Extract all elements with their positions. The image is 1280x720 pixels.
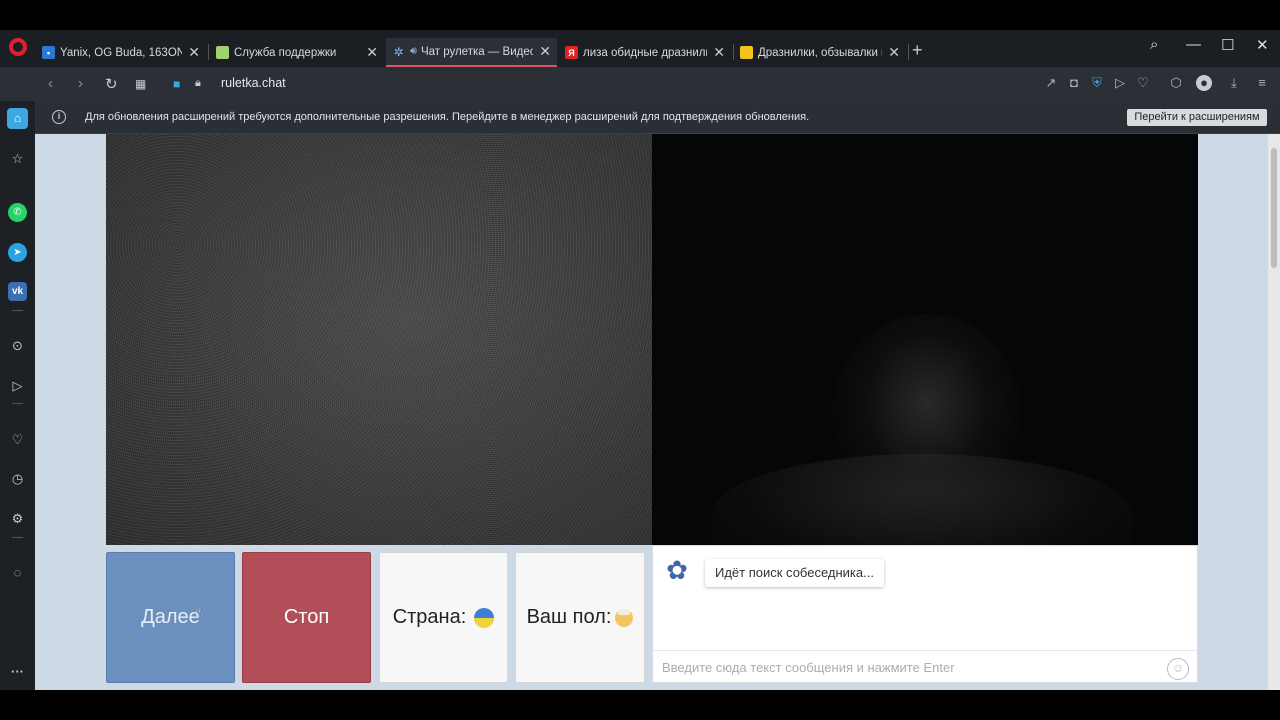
tab-bar: ▪ Yanix, OG Buda, 163ONMYNECK ✕ Служба п… (0, 30, 1280, 67)
opera-logo-icon[interactable] (9, 38, 27, 56)
letterbox-bottom (0, 690, 1280, 720)
smiley-icon[interactable]: ☺ (1167, 658, 1189, 680)
info-text: Для обновления расширений требуются допо… (85, 111, 810, 123)
heart-icon[interactable]: ♡ (1135, 75, 1151, 91)
next-button[interactable]: Далее (106, 552, 235, 683)
person-face (832, 314, 1022, 514)
speed-dial-icon[interactable]: ▦ (135, 77, 146, 91)
download-icon[interactable]: ⤓ (1226, 75, 1242, 91)
ukraine-flag-icon (474, 607, 495, 628)
star-icon[interactable]: ☆ (8, 149, 27, 168)
info-icon: i (52, 110, 66, 124)
go-to-extensions-button[interactable]: Перейти к расширениям (1127, 109, 1267, 126)
tab-support[interactable]: Служба поддержки ✕ (210, 38, 384, 67)
url-field[interactable]: ruletka.chat (221, 76, 286, 90)
ruletka-logo-icon: ✿ (666, 555, 688, 585)
sidebar: ⌂ ☆ ✆ ➤ vk ⊙ ▷ ♡ ◷ ⚙ ◌ ··· (0, 101, 35, 690)
home-icon[interactable]: ⌂ (7, 108, 28, 129)
close-tab-icon[interactable]: ✕ (188, 44, 200, 61)
minimize-icon[interactable]: — (1186, 36, 1201, 53)
status-bubble: Идёт поиск собеседника... (705, 559, 884, 587)
partner-video (106, 134, 652, 545)
chat-input[interactable]: Введите сюда текст сообщения и нажмите E… (653, 650, 1197, 683)
back-icon[interactable]: ‹ (48, 75, 53, 92)
support-favicon-icon (216, 46, 229, 59)
tab-teasers[interactable]: Дразнилки, обзывалки на ✕ (734, 38, 906, 67)
yandex-icon: Я (565, 46, 578, 59)
vk-icon[interactable]: vk (8, 282, 27, 301)
mouse-cursor-icon: ☝ (194, 604, 203, 620)
speaker-icon[interactable]: 🔊︎ (410, 45, 417, 58)
player-icon[interactable]: ⊙ (8, 336, 27, 355)
profile-icon[interactable]: ● (1196, 75, 1212, 91)
browser-window: ▪ Yanix, OG Buda, 163ONMYNECK ✕ Служба п… (0, 30, 1280, 690)
man-emoji-icon (615, 608, 634, 627)
shield-icon[interactable]: ⛨ (1089, 75, 1105, 91)
ruletka-favicon-icon: ✲ (393, 44, 404, 59)
close-tab-icon[interactable]: ✕ (713, 44, 725, 61)
whatsapp-icon[interactable]: ✆ (8, 203, 27, 222)
close-tab-icon[interactable]: ✕ (888, 44, 900, 61)
country-selector[interactable]: Страна: (379, 552, 508, 683)
search-tabs-icon[interactable]: ⌕ (1150, 36, 1158, 53)
message-icon: ▪ (42, 46, 55, 59)
more-icon[interactable]: ··· (8, 662, 27, 681)
letterbox-top (0, 0, 1280, 30)
scrollbar-thumb[interactable] (1271, 148, 1277, 268)
own-webcam-video (652, 134, 1198, 545)
lock-icon[interactable]: 🔒︎ (195, 77, 201, 90)
tab-ruletka[interactable]: ✲ 🔊︎ Чат рулетка — Видеочат ✕ (386, 38, 557, 67)
chat-panel: ✿ Идёт поиск собеседника... Введите сюда… (652, 545, 1198, 683)
snapshot-icon[interactable]: ◘ (1066, 75, 1082, 91)
heart-icon[interactable]: ♡ (8, 430, 27, 449)
share-icon[interactable]: ↗ (1043, 75, 1059, 91)
close-tab-icon[interactable]: ✕ (539, 43, 551, 60)
maximize-icon[interactable]: ☐ (1221, 36, 1234, 54)
lightbulb-icon[interactable]: ◌ (8, 563, 27, 582)
send-icon[interactable]: ▷ (8, 376, 27, 395)
chat-input-placeholder: Введите сюда текст сообщения и нажмите E… (662, 660, 955, 675)
extension-info-bar: i Для обновления расширений требуются до… (35, 101, 1280, 134)
camera-icon[interactable]: ■ (173, 77, 180, 91)
cube-icon[interactable]: ⬡ (1168, 75, 1184, 91)
new-tab-icon[interactable]: + (912, 40, 923, 61)
send-icon[interactable]: ▷ (1112, 75, 1128, 91)
reload-icon[interactable]: ↻ (105, 75, 118, 93)
gender-selector[interactable]: Ваш пол: (515, 552, 645, 683)
forward-icon[interactable]: › (78, 75, 83, 92)
stop-button[interactable]: Стоп (242, 552, 371, 683)
video-static-noise (106, 134, 652, 545)
settings-icon[interactable]: ⚙ (8, 509, 27, 528)
close-tab-icon[interactable]: ✕ (366, 44, 378, 61)
tab-yandex[interactable]: Я лиза обидные дразнилки ✕ (559, 38, 731, 67)
page-favicon-icon (740, 46, 753, 59)
tab-yanix[interactable]: ▪ Yanix, OG Buda, 163ONMYNECK ✕ (36, 38, 206, 67)
scrollbar[interactable] (1268, 134, 1280, 690)
close-window-icon[interactable]: ✕ (1256, 36, 1269, 54)
telegram-icon[interactable]: ➤ (8, 243, 27, 262)
easy-setup-icon[interactable]: ≡ (1254, 75, 1270, 91)
history-icon[interactable]: ◷ (8, 469, 27, 488)
address-bar: ‹ › ↻ ▦ ■ 🔒︎ ruletka.chat ↗ ◘ ⛨ ▷ ♡ ⬡ ● … (0, 67, 1280, 101)
page-content: Далее ☝ Стоп Страна: Ваш пол: ✿ Идёт пои… (35, 134, 1268, 690)
